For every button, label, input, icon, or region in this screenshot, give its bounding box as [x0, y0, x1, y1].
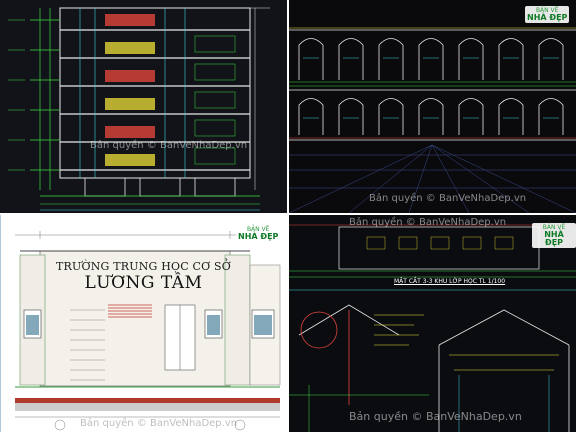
horizontal-divider	[0, 213, 576, 215]
logo-line2: NHÀ ĐẸP	[238, 232, 279, 241]
panel-cad-section-3-3: MẶT CẮT 3-3 KHU LỚP HỌC TL 1/100 BẢN VẼ …	[289, 215, 576, 432]
vertical-divider	[287, 0, 289, 432]
panel-cad-facade: BẢN VẼ NHÀ ĐẸP Bản quyền © BanVeNhaDep.v…	[289, 0, 576, 213]
watermark-text: Bản quyền © BanVeNhaDep.vn	[349, 217, 507, 228]
logo-line2: NHÀ ĐẸP	[527, 13, 568, 22]
logo: BẢN VẼ NHÀ ĐẸP	[236, 225, 281, 242]
panel-cad-section: Bản quyền © BanVeNhaDep.vn	[0, 0, 287, 213]
logo: BẢN VẼ NHÀ ĐẸP	[532, 223, 576, 248]
school-name-line1: TRƯỜNG TRUNG HỌC CƠ SỞ	[55, 260, 232, 273]
watermark-text: Bản quyền © BanVeNhaDep.vn	[80, 418, 238, 429]
panel-school-elevation: BẢN VẼ NHÀ ĐẸP TRƯỜNG TRUNG HỌC CƠ SỞ LƯ…	[0, 215, 287, 432]
school-name-line2: LƯƠNG TÂM	[84, 273, 203, 293]
watermark-text: Bản quyền © BanVeNhaDep.vn	[369, 193, 527, 204]
cad-section-drawing	[0, 0, 287, 213]
cad-facade-drawing	[289, 0, 576, 213]
logo: BẢN VẼ NHÀ ĐẸP	[525, 6, 570, 23]
watermark-text: Bản quyền © BanVeNhaDep.vn	[90, 140, 248, 151]
logo-line2: NHÀ ĐẸP	[544, 230, 564, 247]
school-elevation-drawing	[0, 215, 287, 432]
watermark-text: Bản quyền © BanVeNhaDep.vn	[349, 410, 522, 423]
section-title: MẶT CẮT 3-3 KHU LỚP HỌC TL 1/100	[394, 278, 506, 285]
